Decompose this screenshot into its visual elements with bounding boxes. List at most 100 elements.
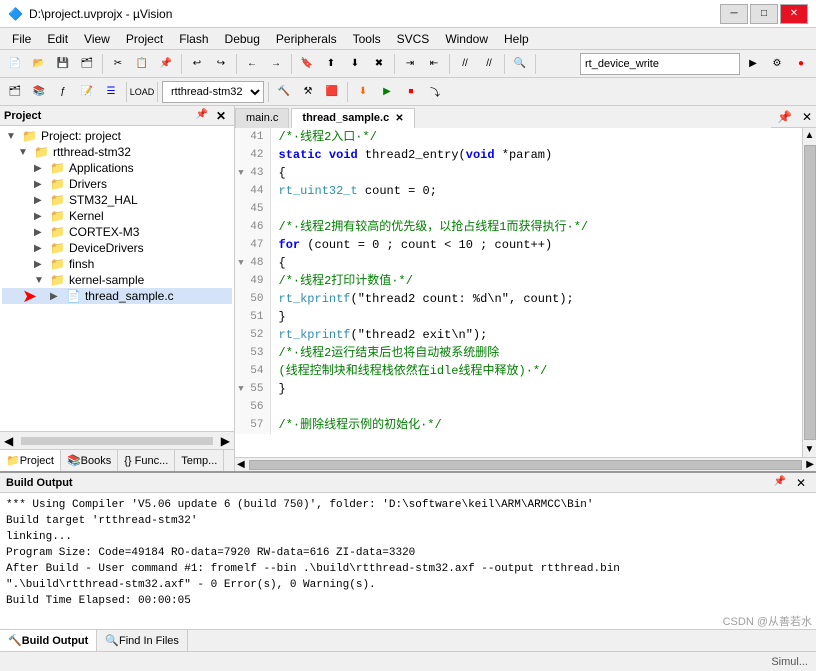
paste-button[interactable]: 📌: [155, 53, 177, 75]
tree-item-kernel[interactable]: ▶ 📁 Kernel: [2, 208, 232, 224]
scroll-hthumb[interactable]: [249, 460, 803, 470]
build-tab-find[interactable]: 🔍 Find In Files: [97, 630, 188, 651]
line-code[interactable]: static void thread2_entry(void *param): [270, 146, 802, 164]
menu-window[interactable]: Window: [437, 30, 496, 48]
load-button[interactable]: LOAD: [131, 81, 153, 103]
editor-tab-pin[interactable]: 📌: [771, 110, 798, 124]
debug-start-button[interactable]: ▶: [376, 81, 398, 103]
target-settings-button[interactable]: ●: [790, 53, 812, 75]
menu-file[interactable]: File: [4, 30, 39, 48]
line-code[interactable]: {: [270, 164, 802, 182]
menu-debug[interactable]: Debug: [217, 30, 268, 48]
tree-item-rtthread[interactable]: ▼ 📁 rtthread-stm32: [2, 144, 232, 160]
menu-peripherals[interactable]: Peripherals: [268, 30, 345, 48]
menu-tools[interactable]: Tools: [345, 30, 389, 48]
line-code[interactable]: for (count = 0 ; count < 10 ; count++): [270, 236, 802, 254]
stop-build-button[interactable]: 🟥: [321, 81, 343, 103]
line-code[interactable]: [270, 398, 802, 416]
menu-project[interactable]: Project: [118, 30, 171, 48]
line-code[interactable]: /*·线程2运行结束后也将自动被系统删除: [270, 344, 802, 362]
open-file-button[interactable]: 📂: [28, 53, 50, 75]
nav-fwd-button[interactable]: →: [265, 53, 287, 75]
tree-item-stm32hal[interactable]: ▶ 📁 STM32_HAL: [2, 192, 232, 208]
menu-view[interactable]: View: [76, 30, 118, 48]
options-button[interactable]: ☰: [100, 81, 122, 103]
project-tab-books[interactable]: 📚 Books: [61, 450, 118, 471]
debug-stop-button[interactable]: ⏹: [400, 81, 422, 103]
line-code[interactable]: /*·删除线程示例的初始化·*/: [270, 416, 802, 434]
prev-bookmark-button[interactable]: ⬆: [320, 53, 342, 75]
templates-button[interactable]: 📝: [76, 81, 98, 103]
line-code[interactable]: /*·线程2入口·*/: [270, 128, 802, 146]
run-to-cursor-button[interactable]: ⤵: [424, 81, 446, 103]
line-code[interactable]: }: [270, 380, 802, 398]
line-code[interactable]: /*·线程2拥有较高的优先级，以抢占线程1而获得执行·*/: [270, 218, 802, 236]
line-code[interactable]: (线程控制块和线程栈依然在idle线程中释放)·*/: [270, 362, 802, 380]
indent-button[interactable]: ⇥: [399, 53, 421, 75]
scroll-down-arrow[interactable]: ▼: [803, 442, 816, 457]
scroll-right-button[interactable]: ▶: [217, 434, 234, 448]
maximize-button[interactable]: □: [750, 4, 778, 24]
redo-button[interactable]: ↪: [210, 53, 232, 75]
pin-button[interactable]: 📌: [193, 109, 209, 123]
bookmark-button[interactable]: 🔖: [296, 53, 318, 75]
outdent-button[interactable]: ⇤: [423, 53, 445, 75]
editor-scrollbar[interactable]: ▲ ▼: [802, 128, 816, 457]
clear-bookmark-button[interactable]: ✖: [368, 53, 390, 75]
search-button[interactable]: 🔍: [509, 53, 531, 75]
books-button[interactable]: 📚: [28, 81, 50, 103]
scroll-left-button[interactable]: ◀: [0, 434, 17, 448]
nav-back-button[interactable]: ←: [241, 53, 263, 75]
search-combo[interactable]: [580, 53, 740, 75]
project-window-button[interactable]: 🗂: [4, 81, 26, 103]
line-code[interactable]: rt_kprintf("thread2 count: %d\n", count)…: [270, 290, 802, 308]
line-code[interactable]: rt_uint32_t count = 0;: [270, 182, 802, 200]
build-button[interactable]: 🔨: [273, 81, 295, 103]
build-close-button[interactable]: ✕: [792, 476, 810, 490]
line-code[interactable]: {: [270, 254, 802, 272]
save-button[interactable]: 💾: [52, 53, 74, 75]
menu-svcs[interactable]: SVCS: [389, 30, 438, 48]
scroll-thumb-vertical[interactable]: [804, 145, 816, 440]
menu-edit[interactable]: Edit: [39, 30, 76, 48]
copy-button[interactable]: 📋: [131, 53, 153, 75]
tree-item-devicedrivers[interactable]: ▶ 📁 DeviceDrivers: [2, 240, 232, 256]
comment-button[interactable]: //: [454, 53, 476, 75]
new-file-button[interactable]: 📄: [4, 53, 26, 75]
scroll-left-arrow[interactable]: ◀: [235, 459, 247, 470]
search-go-button[interactable]: ▶: [742, 53, 764, 75]
undo-button[interactable]: ↩: [186, 53, 208, 75]
project-tab-temp[interactable]: Temp...: [175, 450, 224, 471]
panel-close-button[interactable]: ✕: [212, 109, 230, 123]
scroll-up-arrow[interactable]: ▲: [803, 128, 816, 143]
tree-item-cortex[interactable]: ▶ 📁 CORTEX-M3: [2, 224, 232, 240]
line-code[interactable]: rt_kprintf("thread2 exit\n");: [270, 326, 802, 344]
menu-flash[interactable]: Flash: [171, 30, 216, 48]
tree-root[interactable]: ▼ 📁 Project: project: [2, 128, 232, 144]
line-code[interactable]: }: [270, 308, 802, 326]
editor-panel-close[interactable]: ✕: [798, 110, 816, 124]
line-code[interactable]: /*·线程2打印计数值·*/: [270, 272, 802, 290]
functions-button[interactable]: ƒ: [52, 81, 74, 103]
project-tab-func[interactable]: {} Func...: [118, 450, 175, 471]
rebuild-button[interactable]: ⚒: [297, 81, 319, 103]
tree-item-drivers[interactable]: ▶ 📁 Drivers: [2, 176, 232, 192]
tab-thread-sample-c[interactable]: thread_sample.c ✕: [291, 108, 414, 128]
target-combo[interactable]: rtthread-stm32: [162, 81, 264, 103]
cut-button[interactable]: ✂: [107, 53, 129, 75]
tree-item-applications[interactable]: ▶ 📁 Applications: [2, 160, 232, 176]
scroll-right-arrow[interactable]: ▶: [804, 459, 816, 470]
uncomment-button[interactable]: //: [478, 53, 500, 75]
tree-item-thread-sample[interactable]: ➤ ▶ 📄 thread_sample.c: [2, 288, 232, 304]
tab-thread-sample-close[interactable]: ✕: [395, 113, 403, 124]
editor-hscrollbar[interactable]: ◀ ▶: [235, 457, 816, 471]
build-tab-output[interactable]: 🔨 Build Output: [0, 630, 97, 651]
tree-item-finsh[interactable]: ▶ 📁 finsh: [2, 256, 232, 272]
download-button[interactable]: ⬇: [352, 81, 374, 103]
project-tab-project[interactable]: 📁 Project: [0, 450, 61, 471]
build-pin-button[interactable]: 📌: [771, 476, 787, 490]
code-editor[interactable]: 41 /*·线程2入口·*/42 static void thread2_ent…: [235, 128, 802, 457]
menu-help[interactable]: Help: [496, 30, 537, 48]
minimize-button[interactable]: ─: [720, 4, 748, 24]
search-options-button[interactable]: ⚙: [766, 53, 788, 75]
